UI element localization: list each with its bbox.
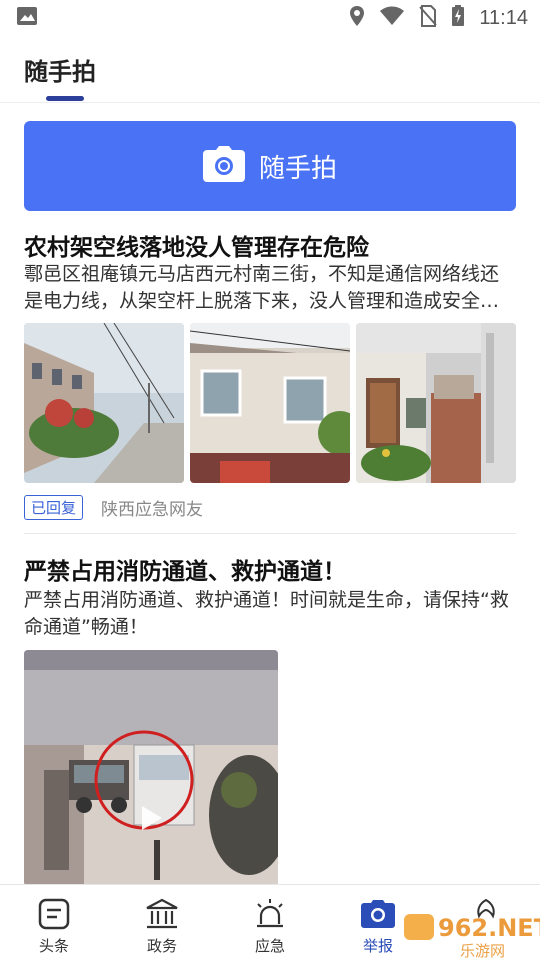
battery-charging-icon [451,5,465,31]
location-icon [349,5,365,31]
nav-item-government[interactable]: 政务 [108,885,216,960]
status-bar: 11:14 [0,0,540,36]
post-video[interactable] [24,650,278,886]
svg-text:962.NET: 962.NET [438,914,540,942]
nav-label: 政务 [146,937,177,955]
post-description: 鄠邑区祖庵镇元马店西元村南三街，不知是通信网络线还是电力线，从架空杆上脱落下来，… [24,263,500,312]
camera-icon [360,897,396,931]
image-icon [16,6,38,30]
post-meta: 已回复 陕西应急网友 [24,495,203,520]
page-title: 随手拍 [24,58,96,86]
nav-label: 应急 [254,937,285,955]
post-image[interactable] [356,323,516,483]
nav-item-emergency[interactable]: 应急 [216,885,324,960]
nav-label: 举报 [362,937,393,955]
shoot-button[interactable]: 随手拍 [24,121,516,211]
no-sim-icon [419,5,438,31]
nav-item-news[interactable]: 头条 [0,885,108,960]
shoot-button-label: 随手拍 [258,153,337,184]
alarm-icon [252,897,288,931]
government-icon [144,897,180,931]
post-image[interactable] [190,323,350,483]
nav-label: 头条 [38,937,69,955]
status-badge: 已回复 [24,495,84,520]
post-description: 严禁占用消防通道、救护通道！时间就是生命，请保持“救命通道”畅通！ [24,589,509,638]
tab-indicator [46,96,84,101]
play-icon[interactable] [140,804,164,836]
wifi-icon [379,6,405,30]
post-image[interactable] [24,323,184,483]
camera-icon [202,146,245,186]
app-header: 随手拍 [0,36,540,103]
post-title[interactable]: 农村架空线落地没人管理存在危险 [24,228,369,262]
post-title[interactable]: 严禁占用消防通道、救护通道！ [24,552,346,586]
news-icon [36,897,72,931]
divider [24,533,516,534]
svg-text:乐游网: 乐游网 [460,942,505,960]
status-time: 11:14 [479,6,528,29]
watermark-logo: 962.NET 乐游网 [400,900,540,960]
post-author: 陕西应急网友 [101,500,204,520]
